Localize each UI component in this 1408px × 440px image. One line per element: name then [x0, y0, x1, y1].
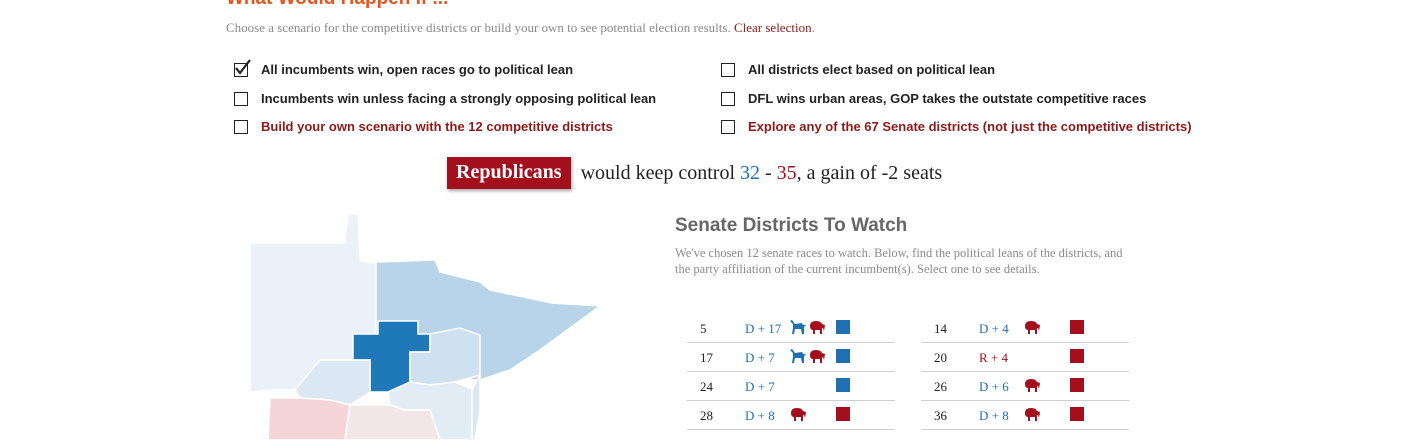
result-square	[1070, 349, 1084, 363]
district-number: 14	[934, 321, 947, 336]
incumbent-icons	[1023, 319, 1041, 335]
district-row[interactable]: 17 D + 7	[687, 343, 895, 372]
incumbent-icons	[1023, 377, 1041, 393]
elephant-icon	[1025, 408, 1040, 421]
district-number: 17	[700, 350, 713, 365]
map-district[interactable]	[471, 374, 481, 440]
political-lean: R + 4	[979, 350, 1009, 365]
scenario-label: Build your own scenario with the 12 comp…	[261, 119, 613, 134]
elephant-icon	[810, 321, 825, 334]
scenario-option-incumbents-win[interactable]: All incumbents win, open races go to pol…	[234, 58, 574, 77]
incumbent-icons	[789, 319, 826, 335]
checkbox[interactable]	[721, 91, 735, 106]
political-lean: D + 7	[745, 350, 775, 365]
incumbent-icons	[1023, 406, 1041, 422]
scenario-label: DFL wins urban areas, GOP takes the outs…	[748, 91, 1147, 106]
districts-table-left: 5 D + 17 17 D + 7 24 D + 7 28 D + 8	[687, 314, 895, 430]
checkbox[interactable]	[234, 119, 248, 134]
district-row[interactable]: 20 R + 4	[921, 343, 1129, 372]
map-district[interactable]	[344, 404, 441, 440]
district-number: 20	[934, 350, 947, 365]
political-lean: D + 4	[979, 321, 1009, 336]
map-district[interactable]	[267, 397, 351, 440]
checkbox-checked[interactable]	[234, 58, 251, 77]
donkey-icon	[790, 349, 806, 363]
political-lean: D + 8	[745, 408, 775, 423]
party-badge: Republicans	[447, 157, 571, 189]
district-number: 5	[700, 321, 707, 336]
scenario-option-political-lean[interactable]: All districts elect based on political l…	[721, 62, 995, 77]
result-summary: Republicans would keep control 32 - 35, …	[447, 157, 942, 189]
elephant-icon	[1025, 379, 1040, 392]
scenario-label: Explore any of the 67 Senate districts (…	[748, 119, 1192, 134]
result-text: would keep control	[580, 161, 735, 184]
result-square	[1070, 378, 1084, 392]
incumbent-icons	[789, 406, 807, 422]
result-square	[836, 378, 850, 392]
elephant-icon	[1025, 321, 1040, 334]
district-number: 26	[934, 379, 947, 394]
district-row[interactable]: 24 D + 7	[687, 372, 895, 401]
donkey-icon	[790, 320, 806, 334]
result-square	[836, 407, 850, 421]
districts-to-watch-title: Senate Districts To Watch	[675, 215, 908, 236]
result-square	[836, 349, 850, 363]
scenario-option-dfl-urban[interactable]: DFL wins urban areas, GOP takes the outs…	[721, 91, 1146, 106]
result-square	[1070, 320, 1084, 334]
result-square	[1070, 407, 1084, 421]
district-number: 36	[934, 408, 947, 423]
scenario-option-build-own[interactable]: Build your own scenario with the 12 comp…	[234, 119, 613, 134]
senate-district-map[interactable]	[240, 210, 610, 440]
seat-gain-text: , a gain of -2 seats	[796, 161, 943, 184]
district-row[interactable]: 28 D + 8	[687, 401, 895, 430]
scenario-label: All incumbents win, open races go to pol…	[261, 62, 574, 77]
gop-seat-count: 35	[776, 161, 797, 184]
scenario-label: Incumbents win unless facing a strongly …	[261, 91, 657, 106]
political-lean: D + 8	[979, 408, 1009, 423]
district-number: 28	[700, 408, 713, 423]
scenario-options: All incumbents win, open races go to pol…	[0, 0, 1408, 140]
district-row[interactable]: 5 D + 17	[687, 314, 895, 343]
checkbox[interactable]	[721, 119, 735, 134]
incumbent-icons	[789, 348, 826, 364]
district-number: 24	[700, 379, 713, 394]
political-lean: D + 7	[745, 379, 775, 394]
seat-separator: -	[765, 161, 772, 184]
political-lean: D + 17	[745, 321, 782, 336]
scenario-option-opposing-lean[interactable]: Incumbents win unless facing a strongly …	[234, 91, 656, 106]
dem-seat-count: 32	[740, 161, 760, 184]
district-row[interactable]: 14 D + 4	[921, 314, 1129, 343]
political-lean: D + 6	[979, 379, 1009, 394]
district-row[interactable]: 26 D + 6	[921, 372, 1129, 401]
scenario-label: All districts elect based on political l…	[748, 62, 996, 77]
elephant-icon	[810, 350, 825, 363]
checkbox[interactable]	[721, 62, 735, 77]
districts-table-right: 14 D + 4 20 R + 4 26 D + 6 36 D + 8	[921, 314, 1129, 430]
checkbox[interactable]	[234, 91, 248, 106]
elephant-icon	[791, 408, 806, 421]
districts-to-watch-description: We've chosen 12 senate races to watch. B…	[675, 246, 1123, 276]
scenario-option-explore-all[interactable]: Explore any of the 67 Senate districts (…	[721, 119, 1192, 134]
result-square	[836, 320, 850, 334]
district-row[interactable]: 36 D + 8	[921, 401, 1129, 430]
